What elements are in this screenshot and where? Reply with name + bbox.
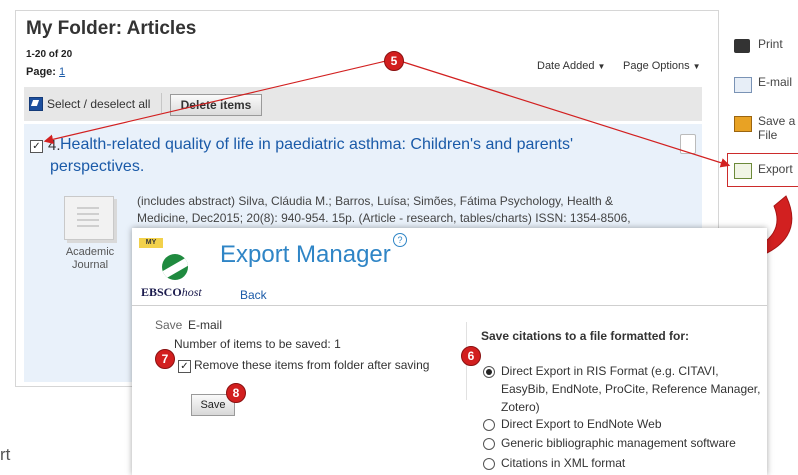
radio-endnote-web[interactable] bbox=[483, 419, 495, 431]
printer-icon bbox=[734, 39, 750, 53]
caret-down-icon: ▼ bbox=[597, 62, 606, 71]
page-options-label: Page Options bbox=[623, 60, 690, 72]
publication-type: Academic Journal bbox=[65, 246, 115, 271]
print-label: Print bbox=[758, 37, 783, 51]
items-count: Number of items to be saved: 1 bbox=[174, 337, 341, 351]
option-xml[interactable]: Citations in XML format bbox=[501, 454, 625, 472]
ebsco-logo bbox=[162, 254, 188, 280]
tab-email[interactable]: E-mail bbox=[188, 318, 222, 332]
callout-7: 7 bbox=[155, 349, 175, 369]
delete-items-button[interactable]: Delete items bbox=[170, 94, 262, 116]
callout-6: 6 bbox=[461, 346, 481, 366]
envelope-icon bbox=[734, 77, 752, 93]
brand: EBSCO bbox=[141, 285, 182, 299]
option-ris[interactable]: Direct Export in RIS Format (e.g. CITAVI… bbox=[501, 362, 761, 416]
page-options-dropdown[interactable]: Page Options ▼ bbox=[623, 60, 701, 72]
tab-save[interactable]: Save bbox=[155, 318, 182, 332]
save-label: Save a File bbox=[758, 114, 796, 142]
dialog-divider bbox=[132, 305, 767, 306]
select-all-checkbox[interactable] bbox=[29, 97, 43, 111]
remove-items-checkbox[interactable]: ✓ bbox=[178, 360, 191, 373]
ebsco-wordmark: EBSCOhost bbox=[141, 285, 202, 300]
toolbar-divider bbox=[161, 93, 162, 113]
results-count: 1-20 of 20 bbox=[26, 49, 73, 60]
item-title-link[interactable]: Health-related quality of life in paedia… bbox=[50, 134, 650, 178]
caret-down-icon: ▼ bbox=[692, 62, 701, 71]
save-action[interactable]: Save a File bbox=[734, 114, 796, 142]
item-abstract: (includes abstract) Silva, Cláudia M.; B… bbox=[137, 194, 631, 225]
format-heading: Save citations to a file formatted for: bbox=[481, 329, 690, 343]
page-title: My Folder: Articles bbox=[26, 18, 197, 39]
sort-label: Date Added bbox=[537, 60, 595, 72]
export-label: Export bbox=[758, 162, 793, 176]
preview-icon[interactable] bbox=[680, 134, 696, 154]
print-action[interactable]: Print bbox=[734, 37, 783, 53]
callout-8: 8 bbox=[226, 383, 246, 403]
page-link[interactable]: 1 bbox=[59, 66, 65, 78]
callout-5: 5 bbox=[384, 51, 404, 71]
export-icon bbox=[734, 163, 752, 179]
export-button[interactable]: Export bbox=[734, 162, 793, 179]
pagination: Page: 1 bbox=[26, 66, 65, 78]
floppy-disk-icon bbox=[734, 116, 752, 132]
help-icon[interactable]: ? bbox=[393, 233, 407, 247]
select-all-label[interactable]: Select / deselect all bbox=[47, 97, 150, 111]
item-checkbox[interactable]: ✓ bbox=[30, 140, 43, 153]
remove-items-label[interactable]: Remove these items from folder after sav… bbox=[194, 358, 429, 372]
text-fragment: rt bbox=[0, 445, 11, 464]
email-action[interactable]: E-mail bbox=[734, 75, 793, 93]
radio-ris[interactable] bbox=[483, 366, 495, 378]
radio-xml[interactable] bbox=[483, 458, 495, 470]
option-generic[interactable]: Generic bibliographic management softwar… bbox=[501, 434, 736, 452]
sort-dropdown[interactable]: Date Added ▼ bbox=[537, 60, 605, 72]
my-ebsco-tag: MY bbox=[139, 238, 163, 248]
dialog-title: Export Manager bbox=[220, 241, 391, 268]
back-link[interactable]: Back bbox=[240, 288, 267, 302]
email-label: E-mail bbox=[758, 75, 793, 89]
journal-icon bbox=[64, 196, 114, 240]
brand-host: host bbox=[181, 285, 202, 299]
option-endnote-web[interactable]: Direct Export to EndNote Web bbox=[501, 415, 662, 433]
page-label: Page: bbox=[26, 66, 56, 78]
radio-generic[interactable] bbox=[483, 438, 495, 450]
